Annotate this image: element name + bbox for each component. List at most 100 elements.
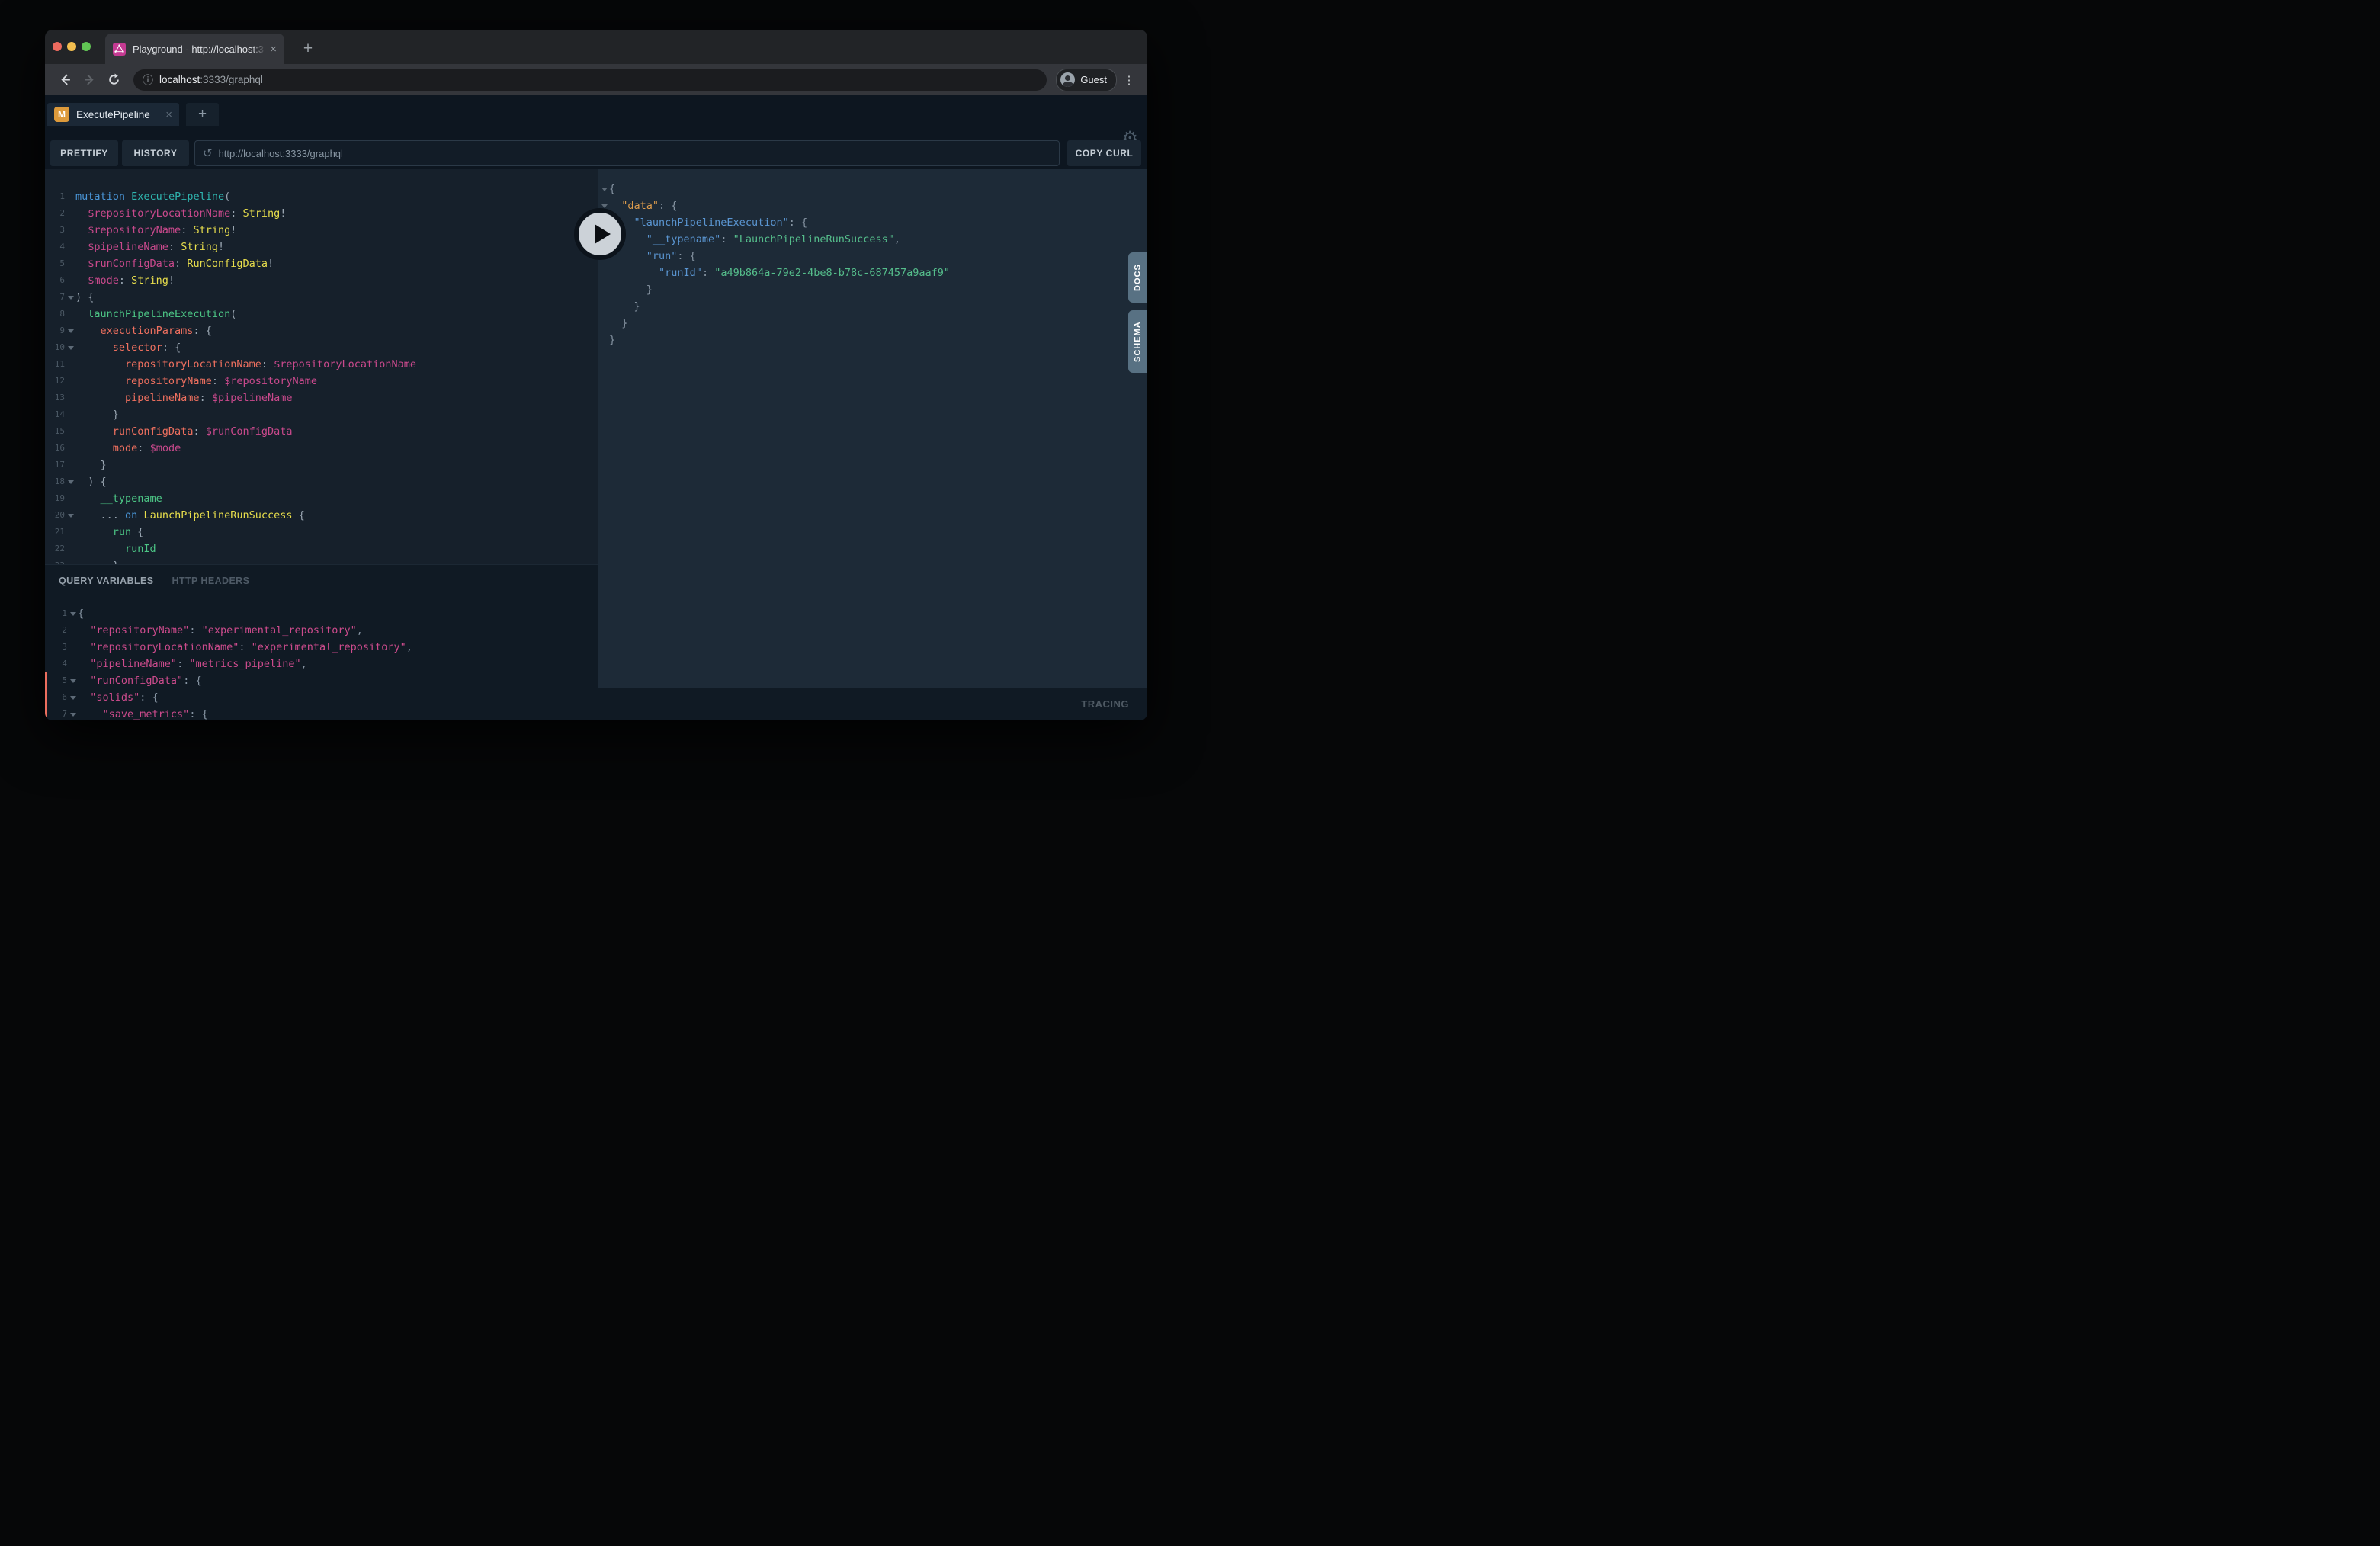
- code-line: 4 $pipelineName: String!: [45, 239, 598, 255]
- schema-side-tab[interactable]: SCHEMA: [1128, 310, 1147, 373]
- address-bar[interactable]: ⓘ localhost:3333/graphql: [133, 69, 1047, 91]
- fold-arrow-icon[interactable]: [65, 289, 75, 306]
- browser-window: Playground - http://localhost:3 × + ⓘ lo…: [45, 30, 1147, 720]
- code-line: "__typename": "LaunchPipelineRunSuccess"…: [598, 231, 1147, 248]
- line-number: 6: [45, 272, 65, 289]
- fold-gutter: [598, 315, 609, 332]
- code-text: }: [75, 406, 598, 423]
- copy-curl-button[interactable]: COPY CURL: [1067, 140, 1141, 166]
- forward-icon[interactable]: [79, 69, 100, 91]
- code-line: 8 launchPipelineExecution(: [45, 306, 598, 322]
- browser-tab[interactable]: Playground - http://localhost:3 ×: [105, 34, 284, 64]
- play-icon: [595, 224, 611, 244]
- session-tab[interactable]: M ExecutePipeline ×: [47, 103, 179, 126]
- fold-gutter: [65, 390, 75, 406]
- fold-arrow-icon[interactable]: [67, 672, 78, 689]
- code-line: }: [598, 281, 1147, 298]
- fold-gutter: [65, 490, 75, 507]
- history-button[interactable]: HISTORY: [122, 140, 189, 166]
- code-line: 9 executionParams: {: [45, 322, 598, 339]
- code-line: 18 ) {: [45, 473, 598, 490]
- execute-play-button[interactable]: [574, 208, 626, 260]
- fold-gutter: [65, 255, 75, 272]
- fold-arrow-icon[interactable]: [65, 339, 75, 356]
- code-text: }: [609, 315, 1147, 332]
- code-line: {: [598, 181, 1147, 197]
- fold-arrow-icon[interactable]: [67, 605, 78, 622]
- fold-arrow-icon[interactable]: [67, 706, 78, 720]
- browser-menu-icon[interactable]: ⋮: [1120, 69, 1138, 91]
- code-text: }: [609, 281, 1147, 298]
- line-number: 10: [45, 339, 65, 356]
- docs-side-tab[interactable]: DOCS: [1128, 252, 1147, 303]
- playground-toolbar: PRETTIFY HISTORY ↺ http://localhost:3333…: [45, 140, 1147, 169]
- profile-label: Guest: [1080, 74, 1107, 85]
- line-number: 20: [45, 507, 65, 524]
- url-host: localhost: [159, 74, 200, 85]
- fold-gutter: [65, 306, 75, 322]
- tracing-toggle[interactable]: TRACING: [1081, 698, 1129, 710]
- fold-arrow-icon[interactable]: [65, 507, 75, 524]
- code-line: 5 "runConfigData": {: [45, 672, 598, 689]
- code-line: 5 $runConfigData: RunConfigData!: [45, 255, 598, 272]
- tab-close-icon[interactable]: ×: [270, 43, 277, 55]
- endpoint-input[interactable]: ↺ http://localhost:3333/graphql: [194, 140, 1060, 166]
- code-text: $runConfigData: RunConfigData!: [75, 255, 598, 272]
- code-text: "run": {: [609, 248, 1147, 265]
- fold-arrow-icon[interactable]: [65, 322, 75, 339]
- code-line: 3 "repositoryLocationName": "experimenta…: [45, 639, 598, 656]
- site-info-icon[interactable]: ⓘ: [143, 72, 153, 88]
- fold-gutter: [67, 622, 78, 639]
- fold-gutter: [65, 457, 75, 473]
- prettify-button[interactable]: PRETTIFY: [50, 140, 118, 166]
- fold-arrow-icon[interactable]: [598, 181, 609, 197]
- line-number: 6: [47, 689, 67, 706]
- close-window-button[interactable]: [53, 42, 62, 51]
- zoom-window-button[interactable]: [82, 42, 91, 51]
- playground-main: 1mutation ExecutePipeline(2 $repositoryL…: [45, 169, 1147, 720]
- code-line: 13 pipelineName: $pipelineName: [45, 390, 598, 406]
- back-icon[interactable]: [54, 69, 75, 91]
- line-number: 11: [45, 356, 65, 373]
- graphql-playground: M ExecutePipeline × + ⚙ PRETTIFY HISTORY…: [45, 95, 1147, 720]
- mutation-badge: M: [54, 107, 69, 122]
- tab-http-headers[interactable]: HTTP HEADERS: [172, 576, 250, 586]
- code-text: selector: {: [75, 339, 598, 356]
- code-text: "save_metrics": {: [78, 706, 598, 720]
- code-text: mode: $mode: [75, 440, 598, 457]
- profile-button[interactable]: Guest: [1056, 69, 1117, 91]
- fold-gutter: [65, 222, 75, 239]
- fold-arrow-icon[interactable]: [65, 473, 75, 490]
- fold-gutter: [65, 188, 75, 205]
- query-editor[interactable]: 1mutation ExecutePipeline(2 $repositoryL…: [45, 169, 598, 564]
- line-number: 15: [45, 423, 65, 440]
- code-line: 6 $mode: String!: [45, 272, 598, 289]
- fold-arrow-icon[interactable]: [67, 689, 78, 706]
- code-text: "repositoryName": "experimental_reposito…: [78, 622, 598, 639]
- new-session-button[interactable]: +: [186, 103, 219, 126]
- code-text: "runConfigData": {: [78, 672, 598, 689]
- fold-gutter: [598, 281, 609, 298]
- code-line: "data": {: [598, 197, 1147, 214]
- tab-query-variables[interactable]: QUERY VARIABLES: [59, 576, 154, 586]
- restore-endpoint-icon[interactable]: ↺: [203, 148, 213, 159]
- fold-gutter: [67, 656, 78, 672]
- fold-gutter: [65, 540, 75, 557]
- query-variables-pane[interactable]: QUERY VARIABLES HTTP HEADERS 1{2 "reposi…: [45, 564, 598, 720]
- line-number: 4: [45, 239, 65, 255]
- line-number: 8: [45, 306, 65, 322]
- code-line: 2 "repositoryName": "experimental_reposi…: [45, 622, 598, 639]
- fold-gutter: [65, 373, 75, 390]
- code-line: 22 runId: [45, 540, 598, 557]
- session-close-icon[interactable]: ×: [165, 108, 172, 121]
- minimize-window-button[interactable]: [67, 42, 76, 51]
- code-text: pipelineName: $pipelineName: [75, 390, 598, 406]
- new-tab-button[interactable]: +: [297, 37, 319, 60]
- code-line: 7) {: [45, 289, 598, 306]
- code-line: 20 ... on LaunchPipelineRunSuccess {: [45, 507, 598, 524]
- fold-gutter: [65, 557, 75, 564]
- code-line: 14 }: [45, 406, 598, 423]
- code-line: 17 }: [45, 457, 598, 473]
- reload-icon[interactable]: [103, 69, 124, 91]
- code-text: "repositoryLocationName": "experimental_…: [78, 639, 598, 656]
